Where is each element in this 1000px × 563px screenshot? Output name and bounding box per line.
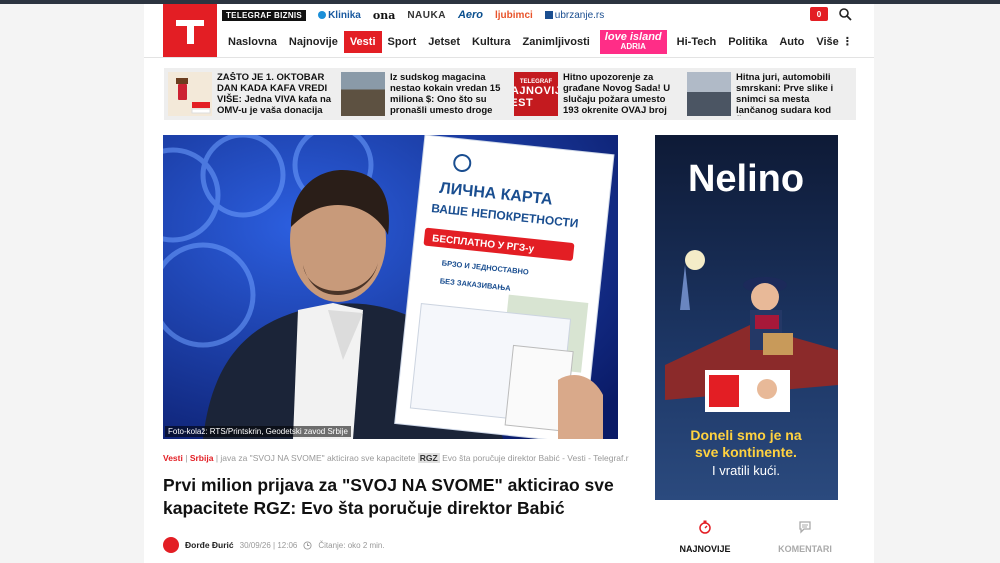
- klinika-label: Klinika: [328, 9, 361, 21]
- ubrzanje-label: ubrzanje.rs: [554, 9, 605, 21]
- klinika-icon: [318, 10, 327, 19]
- teaser-item[interactable]: Iz sudskog magacina nestao kokain vredan…: [337, 68, 510, 120]
- teaser-thumbnail: TELEGRAF NAJNOVIJA VEST: [514, 72, 558, 116]
- klinika-link[interactable]: Klinika: [318, 10, 361, 21]
- breadcrumb-vesti[interactable]: Vesti: [163, 453, 183, 463]
- ad-illustration: Nelino Doneli smo je na sve kontinente. …: [655, 135, 838, 500]
- read-time: Čitanje: oko 2 min.: [318, 540, 385, 550]
- hero-image[interactable]: ЛИЧНА КАРТА ВАШЕ НЕПОКРЕТНОСТИ БЕСПЛАТНО…: [163, 135, 618, 439]
- ona-link[interactable]: ona: [373, 9, 395, 22]
- main-navigation: Naslovna Najnovije Vesti Sport Jetset Ku…: [222, 30, 859, 54]
- nav-vesti[interactable]: Vesti: [343, 31, 382, 53]
- ubrzanje-icon: [544, 10, 553, 19]
- breadcrumb-text: Evo šta poručuje direktor Babić - Vesti …: [442, 453, 629, 463]
- breadcrumb-tag-rgz[interactable]: RGZ: [417, 453, 440, 463]
- nav-divider: [144, 57, 874, 58]
- nav-zanimljivosti[interactable]: Zanimljivosti: [517, 31, 596, 53]
- breadcrumb: Vesti | Srbija | java za "SVOJ NA SVOME"…: [163, 453, 629, 463]
- nav-sport[interactable]: Sport: [382, 31, 423, 53]
- tab-komentari[interactable]: KOMENTARI: [755, 520, 855, 563]
- breadcrumb-srbija[interactable]: Srbija: [190, 453, 214, 463]
- nav-jetset[interactable]: Jetset: [422, 31, 466, 53]
- teaser-thumbnail: [168, 72, 212, 116]
- page: TELEGRAF BIZNIS Klinika ona NAUKA Aero l…: [0, 0, 1000, 563]
- ad-line-2: sve kontinente.: [695, 444, 797, 460]
- notifications-badge[interactable]: 0: [810, 7, 828, 21]
- ad-line-3: I vratili kući.: [712, 463, 780, 478]
- nauka-link[interactable]: NAUKA: [407, 10, 446, 21]
- nav-kultura[interactable]: Kultura: [466, 31, 517, 53]
- advertisement-banner[interactable]: Nelino Doneli smo je na sve kontinente. …: [655, 135, 838, 500]
- teaser-title: Hitno upozorenje za građane Novog Sada! …: [563, 72, 671, 116]
- nav-politika[interactable]: Politika: [722, 31, 773, 53]
- teaser-item[interactable]: TELEGRAF NAJNOVIJA VEST Hitno upozorenje…: [510, 68, 683, 120]
- publish-date: 30/09/26 | 12:06: [239, 540, 298, 550]
- teaser-item[interactable]: Hitna juri, automobili smrskani: Prve sl…: [683, 68, 856, 120]
- teaser-strip: ZAŠTO JE 1. OKTOBAR DAN KADA KAFA VREDI …: [164, 68, 856, 120]
- teaser-thumbnail: [687, 72, 731, 116]
- nav-love-island[interactable]: love island ADRIA: [599, 30, 667, 54]
- ubrzanje-link[interactable]: ubrzanje.rs: [544, 9, 605, 21]
- nav-auto[interactable]: Auto: [773, 31, 810, 53]
- thumb-label: NAJNOVIJA VEST: [514, 85, 558, 109]
- nav-najnovije[interactable]: Najnovije: [283, 31, 344, 53]
- biznis-link[interactable]: TELEGRAF BIZNIS: [222, 9, 307, 21]
- teaser-item[interactable]: ZAŠTO JE 1. OKTOBAR DAN KADA KAFA VREDI …: [164, 68, 337, 120]
- tab-komentari-label: KOMENTARI: [778, 544, 832, 554]
- telegraf-logo[interactable]: [163, 4, 217, 58]
- article-byline: Đorđe Đurić 30/09/26 | 12:06 Čitanje: ok…: [163, 537, 385, 553]
- clock-icon: [303, 540, 312, 550]
- teaser-thumbnail: [341, 72, 385, 116]
- nav-naslovna[interactable]: Naslovna: [222, 31, 283, 53]
- comment-icon: [799, 521, 811, 534]
- sidebar-tabs: NAJNOVIJE KOMENTARI: [655, 520, 855, 563]
- search-icon[interactable]: [838, 7, 852, 21]
- hero-illustration: ЛИЧНА КАРТА ВАШЕ НЕПОКРЕТНОСТИ БЕСПЛАТНО…: [163, 135, 618, 439]
- aero-link[interactable]: Aero: [458, 9, 483, 21]
- stopwatch-icon: [699, 520, 711, 534]
- author-avatar[interactable]: [163, 537, 179, 553]
- tab-najnovije-label: NAJNOVIJE: [679, 544, 731, 554]
- coffee-cup-icon: [176, 78, 211, 114]
- tab-najnovije[interactable]: NAJNOVIJE: [655, 520, 755, 563]
- article-title: Prvi milion prijava za "SVOJ NA SVOME" a…: [163, 475, 614, 518]
- teaser-title: Iz sudskog magacina nestao kokain vredan…: [390, 72, 501, 116]
- teaser-title: Hitna juri, automobili smrskani: Prve sl…: [736, 72, 834, 116]
- nav-vise[interactable]: Više ⋮: [810, 31, 859, 53]
- partner-sites-bar: TELEGRAF BIZNIS Klinika ona NAUKA Aero l…: [222, 5, 862, 25]
- author-name[interactable]: Đorđe Đurić: [185, 540, 234, 550]
- breadcrumb-text: java za "SVOJ NA SVOME" akticirao sve ka…: [220, 453, 416, 463]
- love-island-title: love island: [604, 31, 662, 43]
- more-dots-icon: ⋮: [841, 36, 853, 48]
- ad-line-1: Doneli smo je na: [690, 427, 801, 443]
- ad-brand: Nelino: [688, 158, 804, 200]
- ljubimci-link[interactable]: ljubimci: [495, 10, 533, 21]
- nav-vise-label: Više: [816, 36, 839, 48]
- telegraf-logo-icon: [176, 20, 204, 44]
- teaser-title: ZAŠTO JE 1. OKTOBAR DAN KADA KAFA VREDI …: [217, 72, 332, 116]
- love-island-sub: ADRIA: [620, 42, 646, 51]
- nav-hi-tech[interactable]: Hi-Tech: [671, 31, 723, 53]
- photo-caption: Foto-kolaž: RTS/Printskrin, Geodetski za…: [165, 426, 351, 437]
